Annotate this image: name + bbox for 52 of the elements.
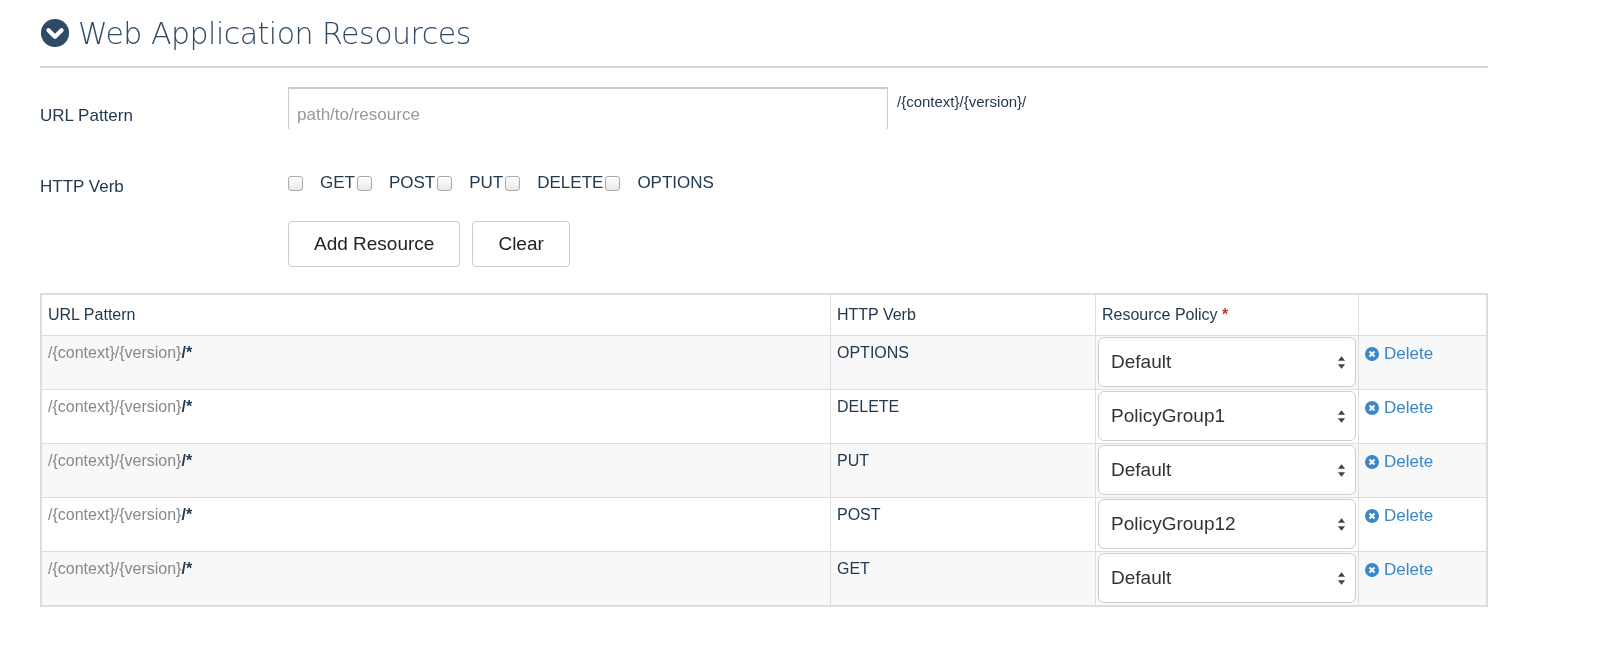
sort-arrows-icon	[1337, 516, 1346, 532]
checkbox-label: GET	[320, 173, 355, 193]
policy-select[interactable]: Default	[1098, 553, 1356, 603]
required-mark: *	[1222, 306, 1229, 323]
http-verb-cell: POST	[830, 497, 1096, 552]
close-circle-icon	[1365, 563, 1379, 577]
checkbox[interactable]	[288, 175, 303, 191]
close-circle-icon	[1365, 347, 1379, 361]
clear-button[interactable]: Clear	[472, 221, 570, 267]
column-header: Resource Policy	[1102, 306, 1218, 323]
url-pattern-cell: /{context}/{version}/*	[41, 335, 831, 390]
checkbox[interactable]	[505, 175, 521, 191]
field-label: HTTP Verb	[40, 176, 125, 197]
delete-link[interactable]: Delete	[1365, 398, 1434, 418]
url-pattern-cell: /{context}/{version}/*	[41, 497, 831, 552]
checkbox-label: POST	[388, 173, 436, 193]
url-pattern-cell: /{context}/{version}/*	[41, 443, 831, 498]
checkbox-label: OPTIONS	[637, 173, 714, 193]
policy-select[interactable]: PolicyGroup1	[1098, 391, 1356, 441]
delete-link[interactable]: Delete	[1365, 560, 1434, 580]
sort-arrows-icon	[1337, 354, 1346, 370]
http-verb-cell: PUT	[830, 443, 1096, 498]
close-circle-icon	[1365, 455, 1379, 469]
delete-link[interactable]: Delete	[1365, 344, 1434, 364]
checkbox-label: PUT	[469, 173, 504, 193]
url-pattern-field[interactable]: path/to/resource	[288, 87, 888, 129]
url-suffix-text: /{context}/{version}/	[897, 92, 1027, 110]
checkbox[interactable]	[356, 175, 372, 191]
http-verb-cell: GET	[830, 551, 1096, 606]
policy-select[interactable]: PolicyGroup12	[1098, 499, 1356, 549]
column-header: HTTP Verb	[830, 294, 1096, 336]
field-label: URL Pattern	[40, 105, 134, 126]
sort-arrows-icon	[1337, 570, 1346, 586]
close-circle-icon	[1365, 401, 1379, 415]
policy-select[interactable]: Default	[1098, 445, 1356, 495]
url-pattern-cell: /{context}/{version}/*	[41, 551, 831, 606]
http-verb-cell: OPTIONS	[830, 335, 1096, 390]
chevron-circle-icon[interactable]	[40, 18, 70, 48]
checkbox[interactable]	[605, 175, 621, 191]
delete-link[interactable]: Delete	[1365, 452, 1434, 472]
checkbox-label: DELETE	[537, 173, 604, 193]
close-circle-icon	[1365, 509, 1379, 523]
sort-arrows-icon	[1337, 408, 1346, 424]
delete-link[interactable]: Delete	[1365, 506, 1434, 526]
http-verb-cell: DELETE	[830, 389, 1096, 444]
add-resource-button[interactable]: Add Resource	[288, 221, 461, 267]
sort-arrows-icon	[1337, 462, 1346, 478]
url-pattern-cell: /{context}/{version}/*	[41, 389, 831, 444]
column-header: URL Pattern	[41, 294, 831, 336]
checkbox[interactable]	[437, 175, 453, 191]
section-title: Web Application Resources	[78, 15, 471, 51]
policy-select[interactable]: Default	[1098, 337, 1356, 387]
